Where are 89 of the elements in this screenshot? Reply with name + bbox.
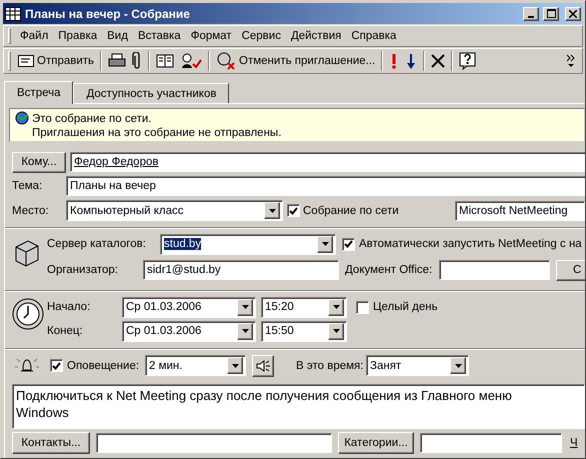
minimize-icon [528,16,534,18]
caret-icon [332,329,340,334]
date-dropdown[interactable]: Ср 01.03.2006 [122,296,256,318]
date-dropdown[interactable]: Ср 01.03.2006 [122,320,256,342]
menu-item[interactable]: Формат [186,28,237,44]
dropdown-arrow-button[interactable] [328,322,344,340]
server-dropdown[interactable]: stud.by [160,234,336,255]
clock-icon [12,298,44,330]
info-text: Это собрание по сети. [32,113,152,125]
menu-item[interactable]: Действия [286,28,346,44]
show-as-label: В это время: [296,360,364,372]
reminder-dropdown[interactable]: 2 мин. [145,355,246,376]
contacts-field[interactable] [96,433,332,454]
start-label: Начало: [47,301,92,314]
tab[interactable]: Встреча [4,81,74,104]
caret-icon [332,305,340,310]
dropdown-arrow-button[interactable] [264,202,280,220]
cancel-icon [216,52,236,70]
caret-icon [268,208,276,213]
delete-icon [431,54,446,68]
menu-item[interactable]: Сервис [236,28,286,44]
window-title: Планы на вечер - Собрание [25,6,191,20]
organizer-label: Организатор: [47,264,119,276]
to-field[interactable]: Федор Федоров [70,152,585,172]
menu-item[interactable]: Вставка [132,28,186,44]
contacts-button[interactable]: Контакты... [12,432,90,454]
dropdown-arrow-button[interactable] [450,357,466,374]
office-document-field[interactable] [439,260,550,280]
subject-label: Тема: [12,180,44,192]
to-button[interactable]: Кому... [12,152,66,173]
menu-item[interactable]: Правка [53,28,102,44]
time-dropdown[interactable]: 15:20 [261,296,347,318]
globe-icon [14,111,30,125]
dropdown-arrow-button[interactable] [237,322,253,340]
info-text: Приглашения на это собрание не отправлены. [32,127,282,139]
dropdown-arrow-button[interactable] [317,236,333,253]
send-button[interactable]: Отправить [15,53,98,69]
online-meeting-label: Собрание по сети [303,204,400,217]
categories-field[interactable] [420,433,562,454]
maximize-icon [546,9,556,18]
private-label: Ч [570,437,578,450]
person-check-icon [180,52,202,70]
organizer-field[interactable]: sidr1@stud.by [143,260,339,280]
close-button[interactable] [565,6,581,20]
envelope-icon [18,55,34,67]
server-label: Сервер каталогов: [47,238,147,250]
menu-item[interactable]: Файл [15,28,54,44]
show-as-dropdown[interactable]: Занят [366,355,469,376]
sound-button[interactable] [252,354,274,377]
help-icon [459,52,478,70]
caret-icon [242,329,248,334]
end-label: Конец: [47,325,84,338]
subject-field[interactable]: Планы на вечер [66,176,585,196]
paperclip-icon [132,52,142,70]
location-label: Место: [12,204,50,217]
caret-icon [454,364,462,368]
all-day-label: Целый день [373,301,438,314]
checkbox[interactable] [50,359,63,372]
checkbox[interactable] [287,204,300,218]
caret-icon [322,242,328,246]
caret-icon [232,364,238,368]
menu-item[interactable]: Вид [102,28,133,44]
autostart-label: Автоматически запустить NetMeeting с на [359,238,582,250]
dropdown-arrow-button[interactable] [328,298,344,316]
program-field[interactable]: Microsoft NetMeeting [455,200,585,221]
reminder-label: Оповещение: [67,360,140,372]
speaker-icon [255,358,271,373]
chevron-icon [567,54,575,68]
checkbox[interactable] [356,300,369,314]
minimize-button[interactable] [523,6,539,20]
location-dropdown[interactable]: Компьютерный класс [66,200,283,222]
close-icon [569,10,577,18]
dropdown-arrow-button[interactable] [227,357,243,374]
caret-icon [242,305,248,310]
office-document-button[interactable]: С [556,260,585,281]
dropdown-arrow-button[interactable] [237,298,253,316]
notes-field[interactable]: Подключиться к Net Meeting сразу после получения сообщения из Главного меню Windows [12,384,585,429]
tab[interactable]: Доступность участников [73,83,230,103]
time-dropdown[interactable]: 15:50 [261,320,347,342]
categories-button[interactable]: Категории... [338,432,414,454]
cancel-invitation-button[interactable]: Отменить приглашение... [213,50,378,72]
calendar-icon [5,6,21,20]
checkbox[interactable] [342,238,355,251]
down-arrow-icon [405,52,418,70]
printer-icon [108,53,126,69]
maximize-button[interactable] [543,6,559,20]
menu-item[interactable]: Справка [346,28,402,44]
office-document-label: Документ Office: [345,264,434,276]
book-icon [156,53,174,69]
